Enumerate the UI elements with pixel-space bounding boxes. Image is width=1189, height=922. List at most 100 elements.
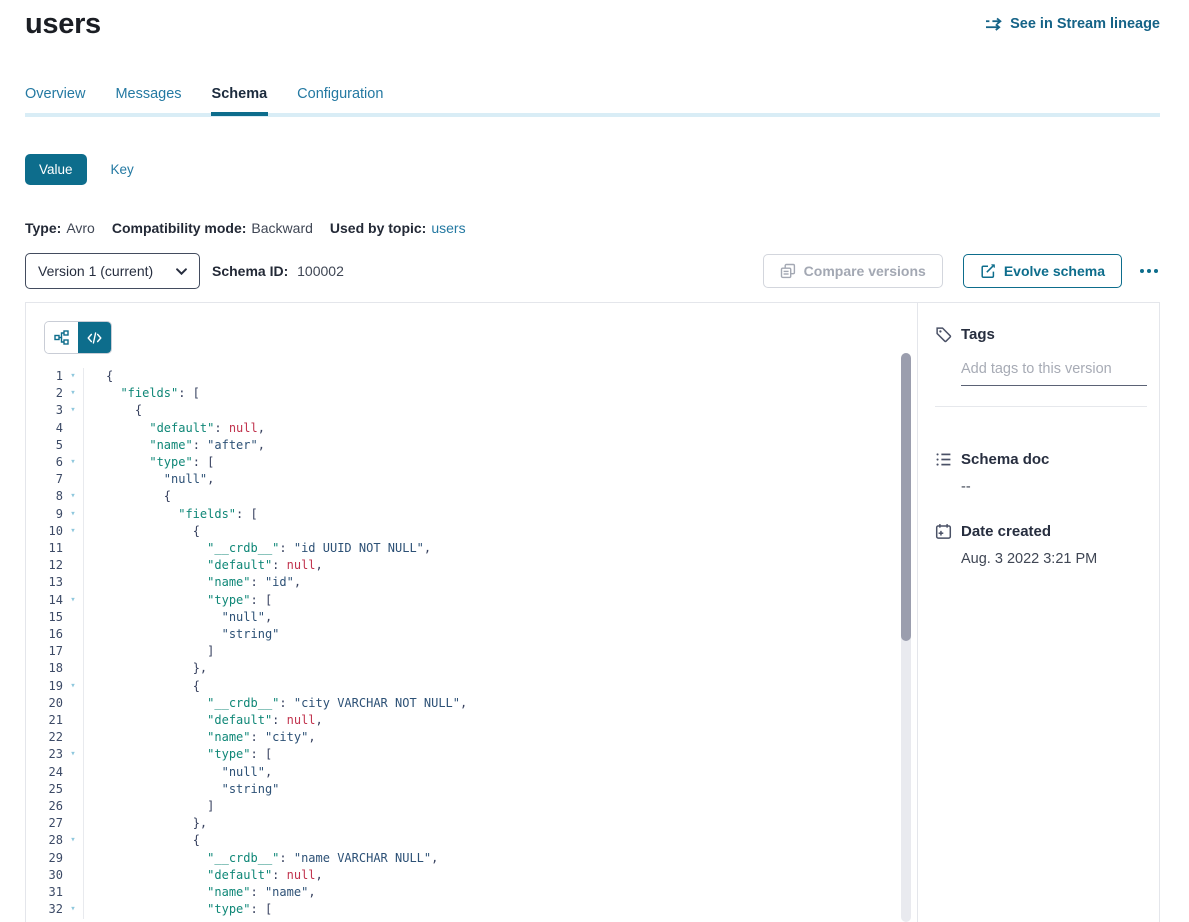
compatibility-label: Compatibility mode: (112, 220, 247, 236)
code-line: 17] (34, 643, 917, 660)
token-s: "null" (222, 765, 265, 779)
token-p: { (193, 833, 200, 847)
line-gutter: 28▾ (34, 832, 84, 849)
schema-id-value: 100002 (297, 263, 344, 279)
key-toggle-link[interactable]: Key (111, 162, 134, 177)
line-number: 1 (34, 368, 63, 385)
line-number: 26 (34, 798, 63, 815)
collapse-spacer (63, 540, 83, 557)
collapse-arrow-icon[interactable]: ▾ (63, 488, 83, 505)
code-line: 10▾{ (34, 523, 917, 540)
compatibility-value: Backward (251, 220, 312, 236)
schema-id: Schema ID: 100002 (212, 263, 344, 279)
line-number: 11 (34, 540, 63, 557)
code-line: 30"default": null, (34, 867, 917, 884)
code-line: 26] (34, 798, 917, 815)
stream-lineage-link[interactable]: See in Stream lineage (985, 16, 1160, 32)
code-line: 8▾{ (34, 488, 917, 505)
token-p: , (316, 558, 323, 572)
tags-input[interactable] (961, 361, 1147, 386)
token-p: , (265, 765, 272, 779)
token-p: : (251, 885, 265, 899)
line-gutter: 11 (34, 540, 84, 557)
collapse-arrow-icon[interactable]: ▾ (63, 832, 83, 849)
code-line: 24"null", (34, 764, 917, 781)
token-p: : [ (251, 747, 273, 761)
token-s: "id" (265, 575, 294, 589)
value-key-toggle: Value Key (25, 154, 1160, 185)
collapse-arrow-icon[interactable]: ▾ (63, 523, 83, 540)
code-line: 7"null", (34, 471, 917, 488)
token-k: "name" (207, 730, 250, 744)
collapse-arrow-icon[interactable]: ▾ (63, 678, 83, 695)
compare-versions-button[interactable]: Compare versions (763, 254, 943, 288)
code-line: 23▾"type": [ (34, 746, 917, 763)
code-line: 28▾ { (34, 832, 917, 849)
collapse-spacer (63, 420, 83, 437)
code-text: "name": "name", (84, 884, 316, 901)
version-select[interactable]: Version 1 (current) (25, 253, 200, 289)
line-gutter: 19▾ (34, 678, 84, 695)
token-k: "fields" (178, 507, 236, 521)
token-p: { (193, 679, 200, 693)
line-gutter: 9▾ (34, 506, 84, 523)
line-number: 30 (34, 867, 63, 884)
collapse-arrow-icon[interactable]: ▾ (63, 454, 83, 471)
more-menu-button[interactable] (1138, 265, 1160, 277)
line-gutter: 4 (34, 420, 84, 437)
topic-link[interactable]: users (431, 220, 465, 236)
code-line: 20"__crdb__": "city VARCHAR NOT NULL", (34, 695, 917, 712)
token-s: "city" (265, 730, 308, 744)
code-line: 22"name": "city", (34, 729, 917, 746)
value-toggle-button[interactable]: Value (25, 154, 87, 185)
version-select-value: Version 1 (current) (38, 263, 176, 279)
token-s: "city VARCHAR NOT NULL" (294, 696, 460, 710)
evolve-schema-button[interactable]: Evolve schema (963, 254, 1122, 288)
collapse-spacer (63, 867, 83, 884)
code-line: 9▾"fields": [ (34, 506, 917, 523)
code-text: "fields": [ (84, 506, 258, 523)
collapse-arrow-icon[interactable]: ▾ (63, 368, 83, 385)
line-gutter: 16 (34, 626, 84, 643)
collapse-arrow-icon[interactable]: ▾ (63, 506, 83, 523)
collapse-arrow-icon[interactable]: ▾ (63, 402, 83, 419)
code-text: "__crdb__": "id UUID NOT NULL", (84, 540, 431, 557)
token-p: }, (193, 816, 207, 830)
tab-schema[interactable]: Schema (212, 86, 268, 102)
schema-page: users See in Stream lineage Overview Mess… (0, 0, 1189, 922)
scrollbar-thumb[interactable] (901, 353, 911, 641)
token-p: : [ (236, 507, 258, 521)
tab-overview[interactable]: Overview (25, 86, 85, 102)
line-number: 8 (34, 488, 63, 505)
line-gutter: 25 (34, 781, 84, 798)
code-text: { (84, 523, 200, 540)
token-p: , (316, 713, 323, 727)
tree-view-button[interactable] (45, 322, 78, 353)
collapse-spacer (63, 471, 83, 488)
code-text: "string" (84, 626, 279, 643)
code-text: "fields": [ (84, 385, 200, 402)
page-header: users See in Stream lineage (25, 0, 1160, 41)
line-gutter: 2▾ (34, 385, 84, 402)
collapse-arrow-icon[interactable]: ▾ (63, 746, 83, 763)
token-s: "null" (222, 610, 265, 624)
code-line: 12"default": null, (34, 557, 917, 574)
line-number: 14 (34, 592, 63, 609)
line-gutter: 17 (34, 643, 84, 660)
code-view-button[interactable] (78, 322, 111, 353)
line-number: 22 (34, 729, 63, 746)
token-k: "default" (207, 558, 272, 572)
line-number: 3 (34, 402, 63, 419)
code-content: 1▾{2▾"fields": [3▾{4"default": null,5"na… (34, 368, 917, 919)
token-p: , (294, 575, 301, 589)
collapse-arrow-icon[interactable]: ▾ (63, 385, 83, 402)
tab-messages[interactable]: Messages (115, 86, 181, 102)
line-number: 19 (34, 678, 63, 695)
type-value: Avro (66, 220, 95, 236)
collapse-arrow-icon[interactable]: ▾ (63, 592, 83, 609)
token-k: "__crdb__" (207, 696, 279, 710)
tab-configuration[interactable]: Configuration (297, 86, 383, 102)
line-number: 9 (34, 506, 63, 523)
token-p: : (279, 541, 293, 555)
schema-editor: 1▾{2▾"fields": [3▾{4"default": null,5"na… (26, 303, 918, 922)
